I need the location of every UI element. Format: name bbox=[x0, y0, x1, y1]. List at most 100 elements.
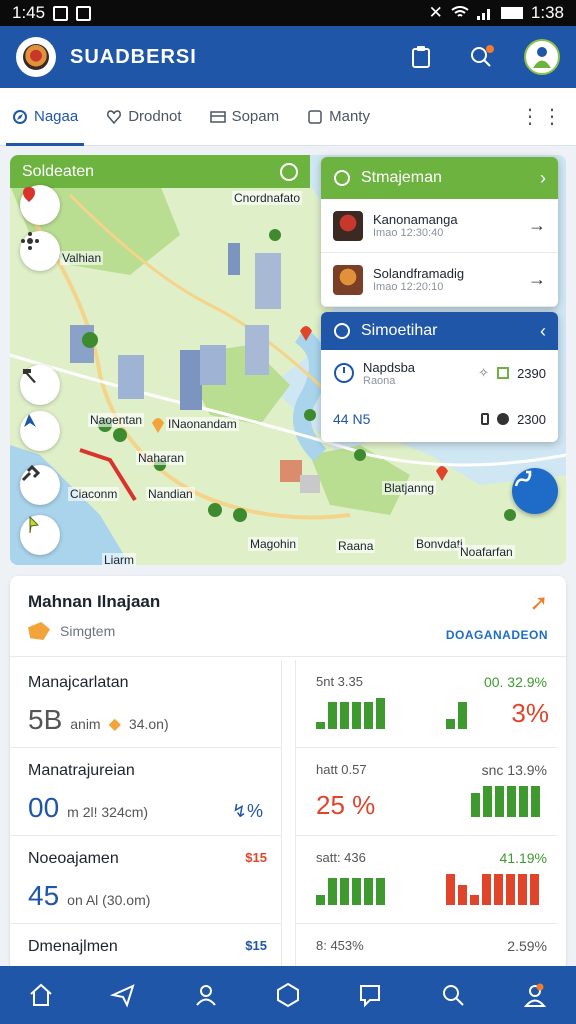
metric-tag: $15 bbox=[245, 938, 267, 953]
card-title: Mahnan Ilnajaan bbox=[28, 592, 161, 611]
info-panel-title: Simoetihar bbox=[361, 322, 438, 339]
map-label: Blatjanng bbox=[382, 481, 437, 495]
metric-label: Noeoajamen bbox=[28, 850, 119, 867]
app-title: SUADBERSI bbox=[70, 45, 197, 68]
info-row-label: Napdsba bbox=[363, 359, 416, 375]
map-layers-button[interactable] bbox=[20, 231, 60, 271]
stat-bars-secondary bbox=[446, 874, 539, 905]
nav-navigate[interactable] bbox=[103, 975, 143, 1015]
map-header-circle-icon[interactable] bbox=[280, 162, 298, 181]
chevron-left-icon[interactable]: ‹ bbox=[540, 321, 546, 342]
nav-hexagon[interactable] bbox=[268, 975, 308, 1015]
route-button[interactable] bbox=[512, 468, 558, 514]
stat-right-label: snc 13.9% bbox=[481, 762, 547, 778]
list-item-title: Solandframadig bbox=[373, 266, 465, 281]
stat-bar bbox=[446, 874, 455, 905]
metric-unit: on Al (30.om) bbox=[67, 892, 151, 908]
map-direction-button[interactable] bbox=[20, 411, 60, 451]
stat-bar bbox=[495, 786, 504, 817]
info-row-value: 2390 bbox=[517, 365, 546, 381]
map-locate-button[interactable] bbox=[20, 515, 60, 555]
map-label: Nandian bbox=[146, 487, 195, 501]
stat-bar bbox=[328, 702, 337, 729]
compass-icon bbox=[13, 109, 27, 124]
stat-tile[interactable]: 8: 453% 2.59% bbox=[295, 924, 557, 971]
tab-label: Sopam bbox=[231, 108, 280, 125]
nav-search[interactable] bbox=[433, 975, 473, 1015]
results-panel-header[interactable]: Stmajeman › bbox=[321, 157, 558, 199]
stat-bars bbox=[471, 786, 540, 817]
metric-tile[interactable]: Noeoajamen $15 45 on Al (30.om) bbox=[10, 836, 282, 924]
tab-drodnot[interactable]: Drodnot bbox=[106, 88, 182, 146]
metric-label: Dmenajlmen bbox=[28, 938, 118, 955]
search-circle-icon bbox=[334, 323, 350, 339]
stat-bar bbox=[531, 786, 540, 817]
map-label: Raana bbox=[336, 539, 376, 553]
stat-bar bbox=[458, 885, 467, 905]
clipboard-button[interactable] bbox=[404, 40, 438, 74]
stat-bar bbox=[506, 874, 515, 905]
status-time-left: 1:45 bbox=[12, 3, 46, 22]
search-button[interactable] bbox=[464, 40, 498, 74]
tab-nagaa[interactable]: Nagaa bbox=[5, 88, 85, 146]
map-pin-button[interactable] bbox=[20, 185, 60, 225]
arrow-right-icon[interactable]: → bbox=[528, 215, 546, 236]
item-thumbnail bbox=[333, 264, 363, 295]
info-row-sub: Raona bbox=[363, 374, 396, 387]
chevron-right-icon[interactable]: › bbox=[540, 168, 546, 189]
wifi-icon bbox=[451, 6, 469, 17]
arrow-right-icon[interactable]: → bbox=[528, 269, 546, 290]
stat-left-label: 8: 453% bbox=[316, 938, 364, 953]
direction-icon bbox=[24, 414, 36, 427]
stat-bar bbox=[482, 874, 491, 905]
stat-left-label: 5nt 3.35 bbox=[316, 674, 363, 689]
map-link-button[interactable] bbox=[20, 465, 60, 505]
stat-tile[interactable]: hatt 0.57 snc 13.9% 25 % bbox=[295, 748, 557, 836]
stat-bar bbox=[483, 786, 492, 817]
tab-sopam[interactable]: Sopam bbox=[209, 88, 280, 146]
app-notification-icon bbox=[76, 5, 92, 21]
metric-tile[interactable]: Manajcarlatan 5B anim ◆ 34.on) bbox=[10, 660, 282, 748]
metric-extra: 34.on) bbox=[128, 716, 169, 732]
profile-avatar[interactable] bbox=[524, 39, 560, 75]
item-thumbnail bbox=[333, 210, 363, 241]
map-header-title: Soldeaten bbox=[22, 162, 95, 180]
stat-bar bbox=[518, 874, 527, 905]
stat-bar bbox=[316, 895, 325, 905]
list-item[interactable]: Kanonamanga Imao 12:30:40 → bbox=[321, 199, 558, 253]
map-tool-button[interactable] bbox=[20, 365, 60, 405]
map-header: Soldeaten bbox=[10, 155, 310, 188]
stat-tile[interactable]: 5nt 3.35 00. 32.9% 3% bbox=[295, 660, 557, 748]
card-icon bbox=[209, 110, 226, 123]
map-label: Valhian bbox=[60, 251, 104, 265]
stat-right-label: 00. 32.9% bbox=[483, 674, 547, 690]
nav-home[interactable] bbox=[21, 975, 61, 1015]
hexagon-icon bbox=[276, 982, 299, 1008]
info-row[interactable]: Napdsba Raona ✧ 2390 bbox=[321, 350, 558, 396]
map-label: Noafarfan bbox=[458, 545, 515, 559]
info-panel-header[interactable]: Simoetihar ‹ bbox=[321, 312, 558, 350]
person-icon bbox=[533, 47, 551, 68]
metric-tile[interactable]: Dmenajlmen $15 bbox=[10, 924, 282, 971]
coin-icon: ◆ bbox=[108, 716, 121, 733]
notification-icon bbox=[53, 5, 69, 21]
stat-bar bbox=[507, 786, 516, 817]
metric-tile[interactable]: Manatrajureian 00 m 2l! 324cm) ↯% bbox=[10, 748, 282, 836]
chat-icon bbox=[360, 985, 381, 1008]
card-link[interactable]: DOAGANADEON bbox=[446, 628, 548, 642]
tab-manty[interactable]: Manty bbox=[307, 88, 370, 146]
hammer-icon bbox=[23, 369, 36, 383]
stat-tile[interactable]: satt: 436 41.19% bbox=[295, 836, 557, 924]
list-item[interactable]: Solandframadig Imao 12:20:10 → bbox=[321, 253, 558, 307]
tab-label: Manty bbox=[329, 108, 370, 125]
more-options-icon[interactable]: ⋮⋮ bbox=[520, 104, 564, 129]
stat-bar bbox=[376, 698, 385, 729]
nav-profile[interactable] bbox=[515, 975, 555, 1015]
nav-people[interactable] bbox=[186, 975, 226, 1015]
app-logo[interactable] bbox=[16, 37, 56, 77]
stat-left-label: hatt 0.57 bbox=[316, 762, 367, 777]
info-row[interactable]: 44 N5 2300 bbox=[321, 396, 558, 442]
locate-arrow-icon bbox=[29, 515, 40, 534]
nav-chat[interactable] bbox=[350, 975, 390, 1015]
trend-arrow-icon[interactable]: ➚ bbox=[530, 590, 548, 616]
